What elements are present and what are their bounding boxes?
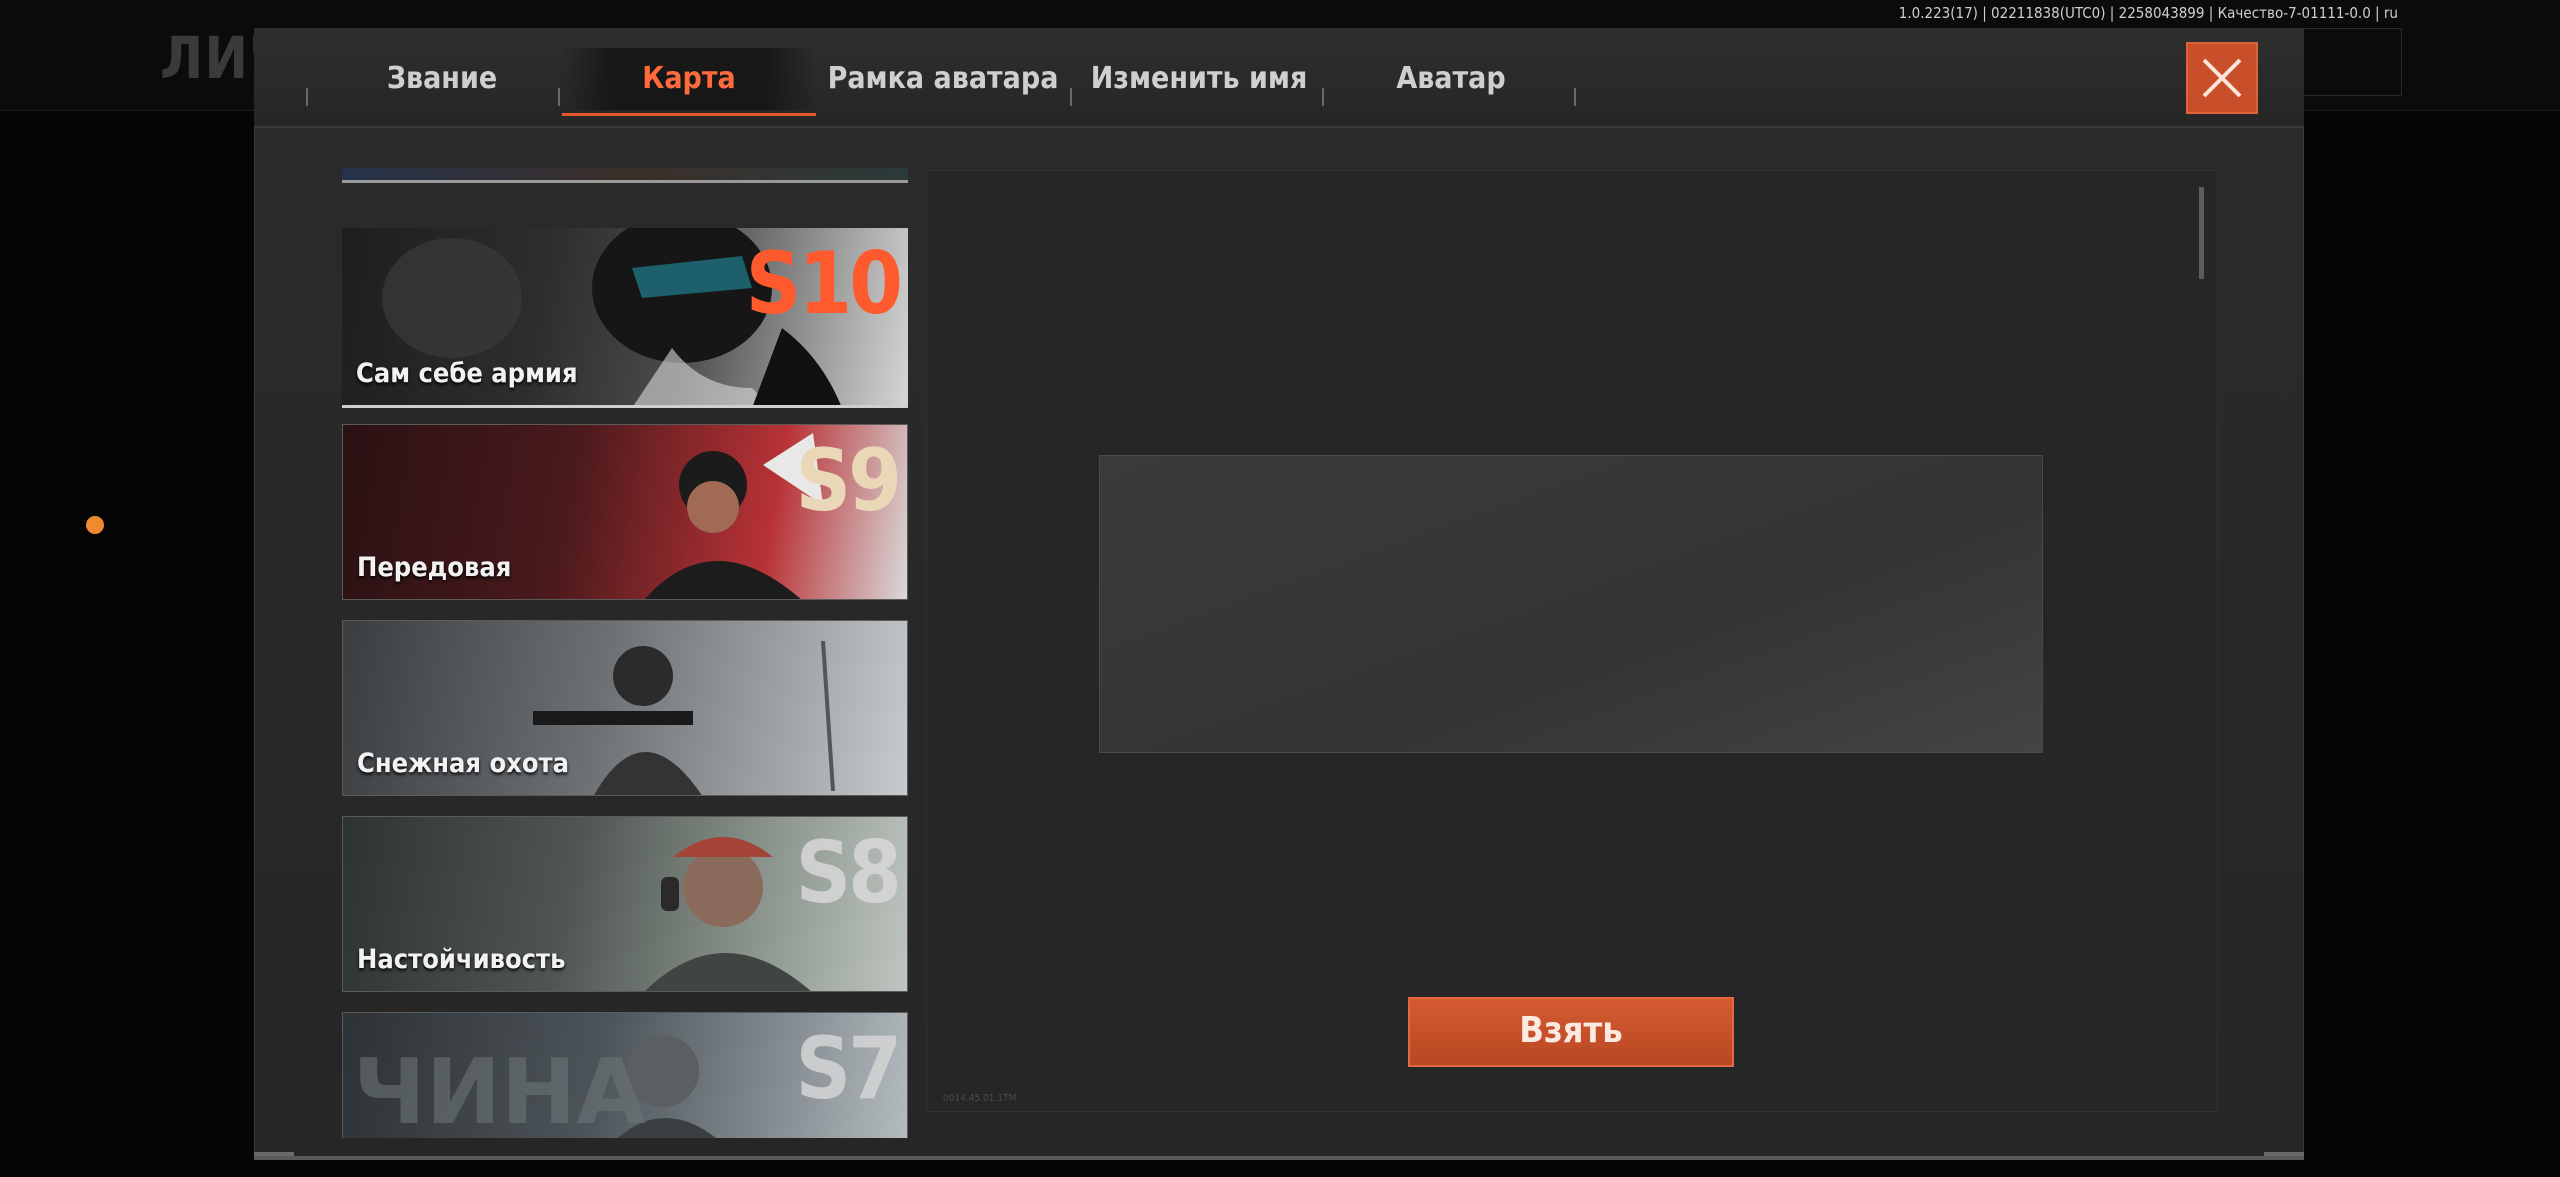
tab-separator xyxy=(558,88,560,106)
card-preview xyxy=(1099,455,2043,753)
card-detail-panel: Взять 0014.45.01.1TM xyxy=(926,170,2218,1112)
card-label: Сам себе армия xyxy=(356,358,578,389)
card-snow-hunt[interactable]: Снежная охота xyxy=(342,620,908,796)
close-button[interactable] xyxy=(2186,42,2258,114)
close-icon xyxy=(2202,58,2242,98)
season-badge: S7 xyxy=(795,1019,902,1119)
tab-separator xyxy=(306,88,308,106)
tab-rank[interactable]: Звание xyxy=(358,48,526,110)
card-persistence[interactable]: S8 Настойчивость xyxy=(342,816,908,992)
season-badge: S9 xyxy=(795,431,902,531)
card-s7[interactable]: ЧИНА S7 xyxy=(342,1012,908,1138)
version-info: 1.0.223(17) | 02211838(UTC0) | 225804389… xyxy=(1898,4,2398,22)
season-badge: S10 xyxy=(745,234,903,334)
tab-change-name[interactable]: Изменить имя xyxy=(1074,48,1324,110)
card-label: Снежная охота xyxy=(357,748,569,779)
card-front-line[interactable]: S9 Передовая xyxy=(342,424,908,600)
season-badge: S8 xyxy=(795,823,902,923)
tab-avatar-frame[interactable]: Рамка аватара xyxy=(818,48,1068,110)
divider xyxy=(342,180,908,183)
tab-card[interactable]: Карта xyxy=(562,48,816,116)
modal-bottom-border xyxy=(254,1156,2304,1160)
card-self-army[interactable]: S10 Сам себе армия xyxy=(342,228,908,408)
detail-note: 0014.45.01.1TM xyxy=(943,1093,1017,1104)
scrollbar[interactable] xyxy=(2199,187,2204,279)
tab-separator xyxy=(1322,88,1324,106)
card-label: Передовая xyxy=(357,552,512,583)
take-button[interactable]: Взять xyxy=(1408,997,1734,1067)
card-selection-modal: Звание Карта Рамка аватара Изменить имя … xyxy=(254,28,2304,1160)
tab-separator xyxy=(1574,88,1576,106)
notification-dot xyxy=(86,516,104,534)
card-list[interactable]: S10 Сам себе армия S9 Передовая Снежная … xyxy=(342,168,910,1138)
modal-tab-bar: Звание Карта Рамка аватара Изменить имя … xyxy=(254,28,2304,128)
svg-text:ЧИНА: ЧИНА xyxy=(353,1040,646,1138)
tab-separator xyxy=(1070,88,1072,106)
tab-avatar[interactable]: Аватар xyxy=(1326,48,1576,110)
card-label: Настойчивость xyxy=(357,944,566,975)
